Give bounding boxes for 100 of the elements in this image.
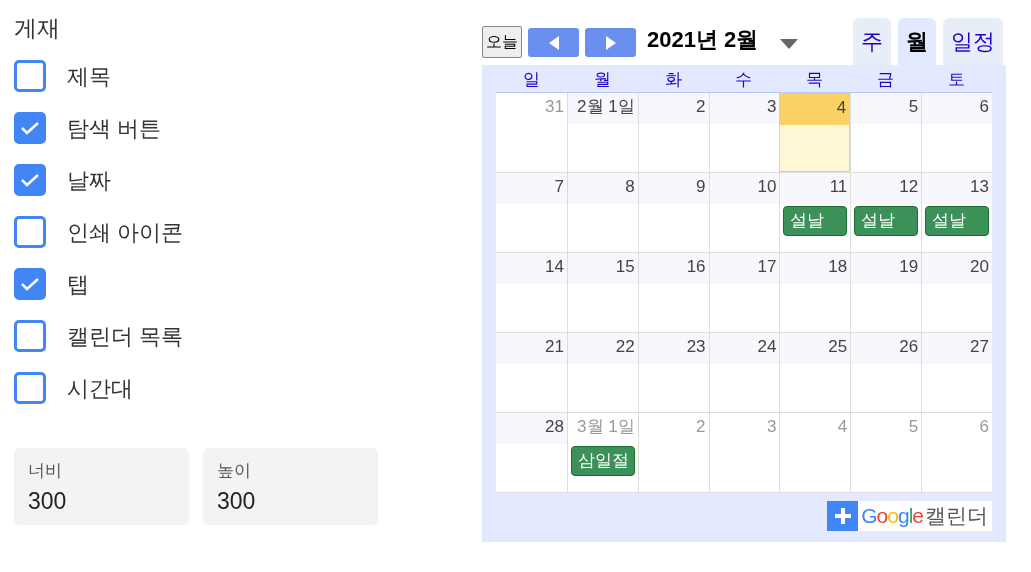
day-cell[interactable]: 26 bbox=[850, 333, 922, 412]
day-cell[interactable]: 28 bbox=[496, 413, 567, 492]
field-value: 300 bbox=[217, 486, 257, 516]
date-label: 16 bbox=[686, 257, 706, 276]
month-title: 2021년 2월 bbox=[647, 26, 759, 54]
google-logo: Google bbox=[861, 503, 923, 530]
date-label: 3 bbox=[766, 417, 777, 436]
calendar-label: 캘린더 bbox=[925, 503, 988, 530]
weekday-header: 금 bbox=[876, 69, 896, 91]
check-icon bbox=[20, 121, 40, 135]
checkbox[interactable] bbox=[14, 60, 46, 92]
right-arrow-icon bbox=[605, 35, 616, 50]
date-label: 12 bbox=[899, 177, 919, 196]
day-cell[interactable]: 14 bbox=[496, 253, 567, 332]
view-tab[interactable]: 주 bbox=[853, 18, 891, 65]
add-to-google-calendar-button[interactable]: Google캘린더 bbox=[827, 501, 992, 531]
date-label: 8 bbox=[625, 177, 635, 196]
day-cell[interactable]: 8 bbox=[566, 173, 638, 252]
weekday-header: 수 bbox=[734, 69, 754, 91]
date-label: 27 bbox=[970, 337, 989, 356]
number-field[interactable]: 높이 300 bbox=[203, 448, 378, 525]
day-cell[interactable]: 13 설날 bbox=[921, 173, 992, 252]
weekday-header: 화 bbox=[663, 69, 683, 91]
date-label: 2 bbox=[696, 97, 706, 116]
day-cell[interactable]: 9 bbox=[637, 173, 709, 252]
day-cell[interactable]: 3 bbox=[708, 93, 780, 172]
date-label: 2 bbox=[696, 417, 706, 436]
date-label: 7 bbox=[554, 177, 564, 196]
day-cell[interactable]: 17 bbox=[708, 253, 780, 332]
option-label: 탭 bbox=[67, 270, 89, 299]
date-label: 5 bbox=[908, 97, 919, 116]
date-label: 6 bbox=[979, 97, 989, 116]
day-cell[interactable]: 21 bbox=[496, 333, 567, 412]
date-label: 6 bbox=[979, 417, 989, 436]
view-tab[interactable]: 월 bbox=[898, 18, 936, 65]
today-button[interactable]: 오늘 bbox=[482, 26, 522, 58]
date-label: 15 bbox=[615, 257, 635, 276]
event-chip[interactable]: 설날 bbox=[783, 206, 848, 236]
weekday-header: 일 bbox=[521, 69, 541, 91]
weekday-header: 월 bbox=[592, 69, 612, 91]
date-label: 14 bbox=[544, 257, 564, 276]
checkbox[interactable] bbox=[14, 372, 46, 404]
next-button[interactable] bbox=[585, 28, 636, 57]
day-cell[interactable]: 2 bbox=[637, 93, 709, 172]
number-field[interactable]: 너비 300 bbox=[14, 448, 189, 525]
event-chip[interactable]: 설날 bbox=[854, 206, 919, 236]
section-title: 게재 bbox=[14, 14, 61, 43]
date-label: 3 bbox=[766, 97, 777, 116]
checkbox[interactable] bbox=[14, 320, 46, 352]
day-cell[interactable]: 7 bbox=[496, 173, 567, 252]
day-cell[interactable]: 25 bbox=[779, 333, 851, 412]
day-cell[interactable]: 12 설날 bbox=[850, 173, 922, 252]
date-label: 24 bbox=[757, 337, 777, 356]
option-label: 제목 bbox=[67, 62, 111, 91]
view-tab[interactable]: 일정 bbox=[943, 18, 1003, 65]
day-cell[interactable]: 6 bbox=[921, 93, 992, 172]
option-label: 탐색 버튼 bbox=[67, 114, 162, 143]
date-label: 2월 1일 bbox=[577, 97, 635, 116]
weekday-header: 토 bbox=[947, 69, 967, 91]
date-label: 25 bbox=[828, 337, 848, 356]
date-label: 20 bbox=[970, 257, 989, 276]
date-label: 13 bbox=[970, 177, 989, 196]
date-label: 18 bbox=[828, 257, 848, 276]
field-value: 300 bbox=[28, 486, 68, 516]
day-cell[interactable]: 20 bbox=[921, 253, 992, 332]
date-label: 10 bbox=[757, 177, 777, 196]
date-label: 31 bbox=[544, 97, 564, 116]
event-chip[interactable]: 설날 bbox=[925, 206, 989, 236]
day-cell[interactable]: 18 bbox=[779, 253, 851, 332]
day-cell[interactable]: 4 bbox=[779, 93, 851, 172]
day-cell[interactable]: 3월 1일 삼일절 bbox=[566, 413, 638, 492]
day-cell[interactable]: 16 bbox=[637, 253, 709, 332]
checkbox[interactable] bbox=[14, 216, 46, 248]
day-cell[interactable]: 24 bbox=[708, 333, 780, 412]
day-cell[interactable]: 19 bbox=[850, 253, 922, 332]
date-label: 19 bbox=[899, 257, 919, 276]
previous-button[interactable] bbox=[528, 28, 579, 57]
event-chip[interactable]: 삼일절 bbox=[570, 446, 635, 476]
day-cell[interactable]: 22 bbox=[566, 333, 638, 412]
option-label: 시간대 bbox=[67, 374, 133, 403]
day-cell[interactable]: 5 bbox=[850, 93, 922, 172]
dropdown-caret-icon[interactable] bbox=[780, 39, 799, 49]
check-icon bbox=[20, 173, 40, 187]
weekday-header: 목 bbox=[805, 69, 825, 91]
day-cell[interactable]: 10 bbox=[708, 173, 780, 252]
day-cell[interactable]: 11 설날 bbox=[779, 173, 851, 252]
day-cell[interactable]: 2월 1일 bbox=[566, 93, 638, 172]
checkbox[interactable] bbox=[14, 164, 46, 196]
date-label: 11 bbox=[829, 177, 848, 196]
day-cell[interactable]: 15 bbox=[566, 253, 638, 332]
date-label: 23 bbox=[686, 337, 706, 356]
plus-icon bbox=[832, 506, 853, 526]
date-label: 4 bbox=[836, 98, 847, 117]
checkbox[interactable] bbox=[14, 268, 46, 300]
checkbox[interactable] bbox=[14, 112, 46, 144]
date-label: 17 bbox=[757, 257, 777, 276]
day-cell[interactable]: 23 bbox=[637, 333, 709, 412]
date-label: 26 bbox=[899, 337, 919, 356]
date-label: 5 bbox=[908, 417, 919, 436]
day-cell[interactable]: 27 bbox=[921, 333, 992, 412]
